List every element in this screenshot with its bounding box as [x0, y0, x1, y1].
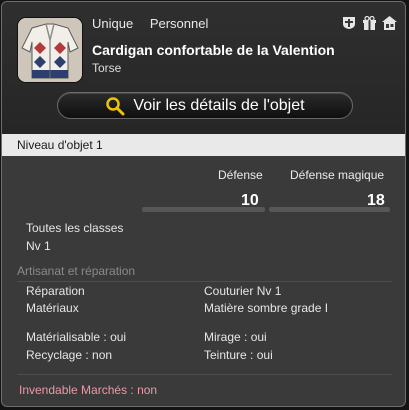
item-tags: Unique Personnel — [92, 16, 221, 31]
view-details-button[interactable]: Voir les détails de l'objet — [57, 92, 353, 119]
item-level-bar: Niveau d'objet 1 — [2, 134, 405, 156]
glamour-separator: : — [240, 330, 251, 344]
dye-separator: : — [246, 348, 257, 362]
view-details-label: Voir les détails de l'objet — [133, 96, 305, 114]
dye-label: Teinture — [204, 348, 247, 362]
materials-value: Matière sombre grade I — [204, 301, 329, 315]
market-status: Invendable Marchés : non — [19, 383, 158, 397]
repair-label: Réparation — [26, 284, 85, 298]
materia-label: Matérialisable — [26, 330, 101, 344]
glamour-row: Mirage : oui — [204, 330, 267, 344]
magic-defense-divider — [269, 207, 390, 212]
item-tooltip: Unique Personnel Cardigan confortable de… — [1, 1, 406, 407]
tag-personal: Personnel — [149, 16, 209, 31]
classes-text: Toutes les classes — [26, 221, 124, 235]
defense-label: Défense — [218, 168, 263, 182]
magnifier-icon — [105, 96, 125, 116]
item-category: Torse — [92, 61, 122, 75]
gift-box-icon — [361, 15, 377, 31]
desynth-value: non — [92, 348, 113, 362]
item-name: Cardigan confortable de la Valention — [92, 42, 335, 58]
glamour-value: oui — [250, 330, 267, 344]
glamour-label: Mirage — [204, 330, 241, 344]
cross-shield-icon — [341, 15, 357, 31]
crafting-section-title: Artisanat et réparation — [17, 264, 136, 278]
tooltip-header: Unique Personnel Cardigan confortable de… — [2, 2, 405, 134]
desynth-separator: : — [82, 348, 93, 362]
materials-label: Matériaux — [26, 301, 79, 315]
materia-separator: : — [100, 330, 111, 344]
dye-row: Teinture : oui — [204, 348, 273, 362]
magic-defense-label: Défense magique — [290, 168, 385, 182]
corner-icons — [341, 15, 397, 31]
desynth-row: Recyclage : non — [26, 348, 112, 362]
cardigan-icon — [18, 18, 82, 82]
section-divider — [17, 281, 392, 282]
defense-divider — [142, 207, 265, 212]
market-divider — [17, 374, 392, 375]
materia-row: Matérialisable : oui — [26, 330, 126, 344]
repair-value: Couturier Nv 1 — [204, 284, 282, 298]
desynth-label: Recyclage — [26, 348, 83, 362]
required-level: Nv 1 — [26, 239, 51, 253]
materia-value: oui — [110, 330, 127, 344]
tag-unique: Unique — [92, 16, 134, 31]
dye-value: oui — [256, 348, 273, 362]
market-house-icon — [381, 15, 397, 31]
